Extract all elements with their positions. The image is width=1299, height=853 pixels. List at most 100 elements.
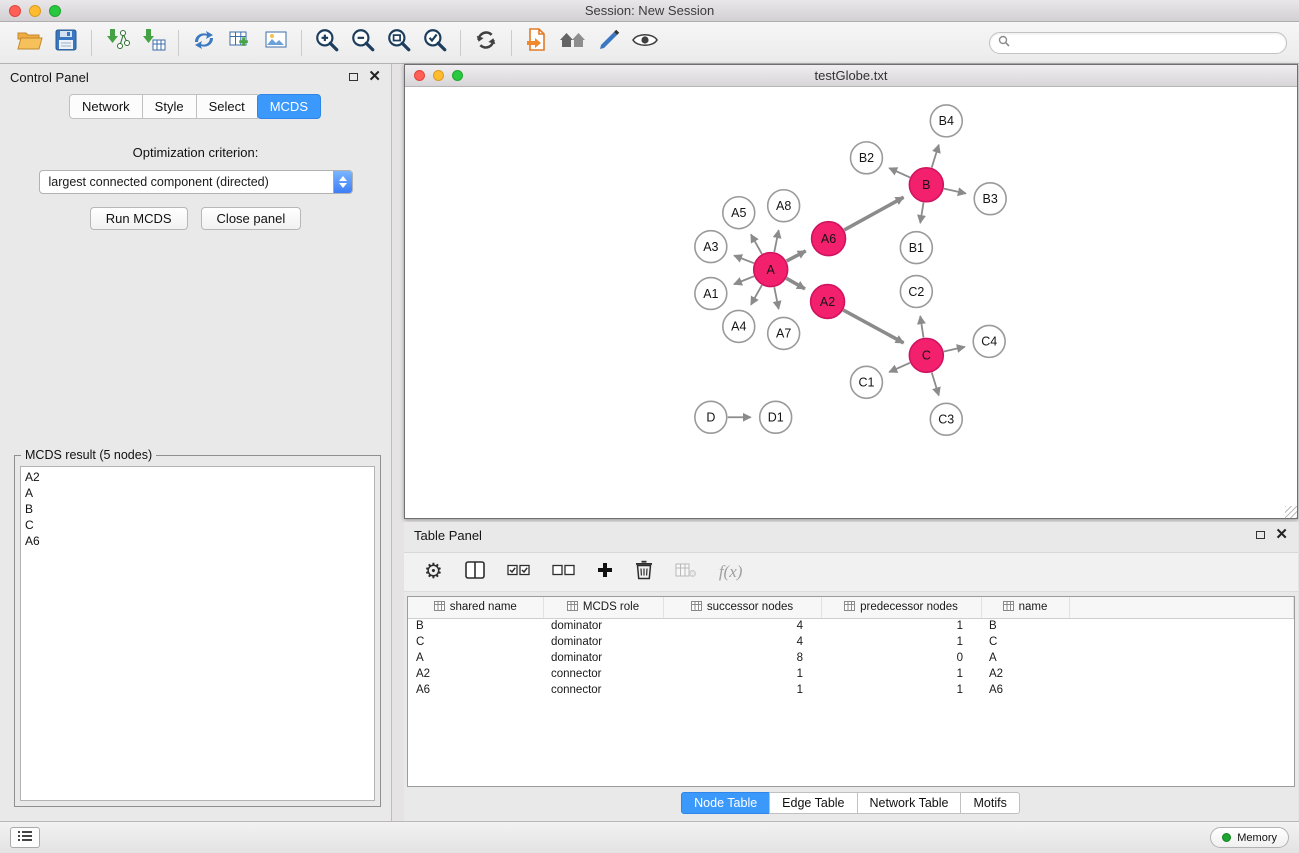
edge-A2-C[interactable] xyxy=(843,310,903,343)
close-table-panel-icon[interactable]: ✕ xyxy=(1275,530,1288,540)
table-cell[interactable]: 1 xyxy=(821,682,981,698)
table-cell[interactable]: B xyxy=(981,618,1069,634)
table-cell[interactable]: C xyxy=(981,634,1069,650)
new-network-button[interactable] xyxy=(186,27,222,59)
table-cell[interactable]: connector xyxy=(543,682,663,698)
table-cell[interactable]: A6 xyxy=(981,682,1069,698)
tab-edge-table[interactable]: Edge Table xyxy=(769,792,857,814)
edge-A-A4[interactable] xyxy=(751,285,762,304)
edge-B-B2[interactable] xyxy=(889,168,910,177)
tab-select[interactable]: Select xyxy=(196,94,258,119)
table-cell[interactable]: 1 xyxy=(821,618,981,634)
search-field[interactable] xyxy=(989,32,1287,54)
table-cell[interactable]: 0 xyxy=(821,650,981,666)
network-close-button[interactable] xyxy=(414,70,425,81)
table-cell[interactable]: dominator xyxy=(543,634,663,650)
table-row[interactable]: Adominator80A xyxy=(408,650,1294,666)
open-session-button[interactable] xyxy=(12,27,48,59)
import-network-button[interactable] xyxy=(99,27,135,59)
zoom-fit-button[interactable] xyxy=(381,27,417,59)
mcds-result-item[interactable]: B xyxy=(25,501,374,517)
tab-mcds[interactable]: MCDS xyxy=(257,94,321,119)
window-resize-handle[interactable] xyxy=(1285,506,1297,518)
table-row[interactable]: A6connector11A6 xyxy=(408,682,1294,698)
edge-A-A6[interactable] xyxy=(787,251,806,261)
edge-A-A2[interactable] xyxy=(786,278,805,288)
table-cell[interactable]: dominator xyxy=(543,650,663,666)
table-cell[interactable]: 4 xyxy=(663,634,821,650)
close-window-button[interactable] xyxy=(9,5,21,17)
edge-A-A1[interactable] xyxy=(734,276,754,284)
edge-A-A8[interactable] xyxy=(774,230,778,252)
column-header-predecessor-nodes[interactable]: predecessor nodes xyxy=(821,597,981,618)
edge-A-A3[interactable] xyxy=(734,256,754,264)
table-cell[interactable]: 1 xyxy=(821,666,981,682)
float-table-panel-icon[interactable] xyxy=(1256,531,1265,539)
table-cell[interactable]: A2 xyxy=(981,666,1069,682)
table-cell[interactable]: A xyxy=(981,650,1069,666)
network-minimize-button[interactable] xyxy=(433,70,444,81)
deselect-all-button[interactable] xyxy=(552,562,575,583)
table-cell[interactable]: dominator xyxy=(543,618,663,634)
mcds-result-item[interactable]: A xyxy=(25,485,374,501)
edge-A6-B[interactable] xyxy=(844,197,903,230)
search-input[interactable] xyxy=(1015,36,1278,50)
table-cell[interactable]: A6 xyxy=(408,682,543,698)
delete-column-button[interactable] xyxy=(635,560,653,585)
mcds-result-item[interactable]: A2 xyxy=(25,469,374,485)
graphics-details-button[interactable] xyxy=(627,27,663,59)
zoom-in-button[interactable] xyxy=(309,27,345,59)
edge-A-A7[interactable] xyxy=(774,287,778,309)
zoom-window-button[interactable] xyxy=(49,5,61,17)
edge-C-C1[interactable] xyxy=(889,363,910,372)
close-panel-icon[interactable]: ✕ xyxy=(368,72,381,82)
column-header-successor-nodes[interactable]: successor nodes xyxy=(663,597,821,618)
run-mcds-button[interactable]: Run MCDS xyxy=(90,207,188,230)
table-cell[interactable]: B xyxy=(408,618,543,634)
show-columns-button[interactable] xyxy=(465,561,485,584)
minimize-window-button[interactable] xyxy=(29,5,41,17)
select-all-button[interactable] xyxy=(507,562,530,583)
edge-B-B1[interactable] xyxy=(920,203,923,223)
table-row[interactable]: Bdominator41B xyxy=(408,618,1294,634)
table-cell[interactable]: A2 xyxy=(408,666,543,682)
table-cell[interactable]: C xyxy=(408,634,543,650)
column-header-shared-name[interactable]: shared name xyxy=(408,597,543,618)
apply-layout-button[interactable] xyxy=(468,27,504,59)
table-cell[interactable]: 8 xyxy=(663,650,821,666)
add-column-button[interactable] xyxy=(597,562,613,583)
close-panel-button[interactable]: Close panel xyxy=(201,207,302,230)
float-panel-icon[interactable] xyxy=(349,73,358,81)
table-row[interactable]: Cdominator41C xyxy=(408,634,1294,650)
save-session-button[interactable] xyxy=(48,27,84,59)
tab-network-table[interactable]: Network Table xyxy=(857,792,962,814)
table-cell[interactable]: 4 xyxy=(663,618,821,634)
function-builder-button[interactable]: f(x) xyxy=(719,562,743,582)
optimization-select[interactable]: largest connected component (directed) xyxy=(39,170,353,194)
annotation-pen-button[interactable] xyxy=(591,27,627,59)
edge-C-C4[interactable] xyxy=(944,347,965,352)
table-cell[interactable]: 1 xyxy=(663,682,821,698)
export-image-button[interactable] xyxy=(258,27,294,59)
table-settings-button[interactable]: ⚙ xyxy=(424,562,443,582)
new-table-button[interactable] xyxy=(222,27,258,59)
home-views-button[interactable] xyxy=(555,27,591,59)
import-table-button[interactable] xyxy=(135,27,171,59)
menu-button[interactable] xyxy=(10,827,40,848)
table-cell[interactable]: A xyxy=(408,650,543,666)
delete-table-button[interactable] xyxy=(675,562,697,583)
mcds-result-item[interactable]: C xyxy=(25,517,374,533)
table-cell[interactable]: 1 xyxy=(663,666,821,682)
tab-motifs[interactable]: Motifs xyxy=(960,792,1019,814)
column-header-mcds-role[interactable]: MCDS role xyxy=(543,597,663,618)
memory-button[interactable]: Memory xyxy=(1210,827,1289,848)
network-canvas[interactable]: B4B2BB3A5A8A6B1A3AA1A2C2A4A7C4CC1C3DD1 xyxy=(405,88,1297,518)
mcds-result-list[interactable]: A2ABCA6 xyxy=(20,466,375,801)
edge-B-B3[interactable] xyxy=(944,189,966,194)
zoom-selected-button[interactable] xyxy=(417,27,453,59)
column-header-name[interactable]: name xyxy=(981,597,1069,618)
tab-network[interactable]: Network xyxy=(69,94,143,119)
tab-style[interactable]: Style xyxy=(142,94,197,119)
tab-node-table[interactable]: Node Table xyxy=(681,792,770,814)
edge-A-A5[interactable] xyxy=(751,234,762,253)
